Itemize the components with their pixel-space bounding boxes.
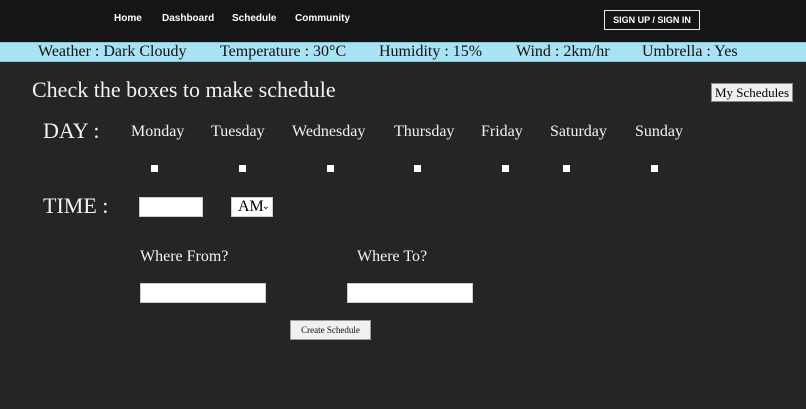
checkbox-monday[interactable] bbox=[151, 165, 158, 172]
nav-community[interactable]: Community bbox=[295, 13, 350, 24]
where-from-label: Where From? bbox=[140, 248, 229, 265]
weather-wind: Wind : 2km/hr bbox=[516, 43, 610, 60]
weather-temperature: Temperature : 30°C bbox=[220, 43, 347, 60]
create-schedule-button[interactable]: Create Schedule bbox=[290, 320, 371, 340]
checkbox-friday[interactable] bbox=[502, 165, 509, 172]
day-saturday: Saturday bbox=[550, 123, 607, 140]
nav-dashboard[interactable]: Dashboard bbox=[162, 13, 214, 24]
nav-home[interactable]: Home bbox=[114, 13, 142, 24]
day-friday: Friday bbox=[481, 123, 523, 140]
top-nav: Home Dashboard Schedule Community SIGN U… bbox=[0, 0, 806, 42]
day-label: DAY : bbox=[43, 118, 100, 143]
where-to-input[interactable] bbox=[347, 283, 473, 303]
day-thursday: Thursday bbox=[394, 123, 455, 140]
nav-schedule[interactable]: Schedule bbox=[232, 13, 276, 24]
chevron-down-icon: ⌄ bbox=[261, 201, 270, 212]
page-title: Check the boxes to make schedule bbox=[32, 77, 336, 102]
checkbox-thursday[interactable] bbox=[414, 165, 421, 172]
day-sunday: Sunday bbox=[635, 123, 683, 140]
where-from-input[interactable] bbox=[140, 283, 266, 303]
checkbox-tuesday[interactable] bbox=[239, 165, 246, 172]
am-pm-selected-value: AM bbox=[238, 198, 264, 215]
day-tuesday: Tuesday bbox=[211, 123, 265, 140]
time-input[interactable] bbox=[139, 197, 203, 217]
my-schedules-button[interactable]: My Schedules bbox=[711, 83, 793, 102]
time-label: TIME : bbox=[43, 193, 109, 218]
checkbox-wednesday[interactable] bbox=[327, 165, 334, 172]
day-wednesday: Wednesday bbox=[292, 123, 366, 140]
where-to-label: Where To? bbox=[357, 248, 428, 265]
weather-humidity: Humidity : 15% bbox=[379, 43, 483, 60]
weather-umbrella: Umbrella : Yes bbox=[642, 43, 738, 60]
checkbox-sunday[interactable] bbox=[651, 165, 658, 172]
day-monday: Monday bbox=[131, 123, 185, 140]
sign-up-sign-in-button[interactable]: SIGN UP / SIGN IN bbox=[604, 10, 700, 30]
weather-condition: Weather : Dark Cloudy bbox=[38, 43, 187, 60]
am-pm-select[interactable]: AM ⌄ bbox=[231, 197, 273, 217]
weather-bar: Weather : Dark Cloudy Temperature : 30°C… bbox=[0, 42, 806, 62]
checkbox-saturday[interactable] bbox=[563, 165, 570, 172]
